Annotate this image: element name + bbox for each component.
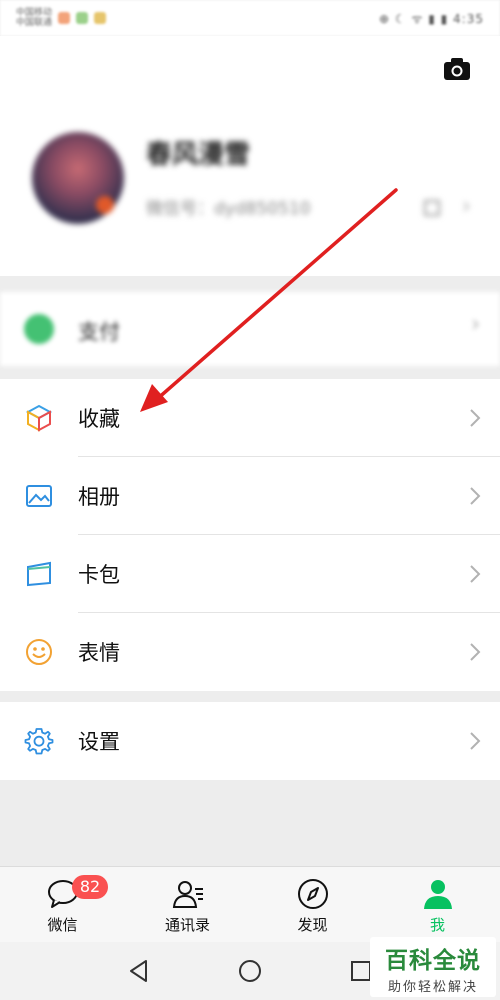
status-icons: ⊕ ☾ ᯤ ▮ ▮ 4:35 (379, 11, 484, 26)
tab-contacts[interactable]: 通讯录 (125, 867, 250, 943)
home-circle-icon[interactable] (237, 958, 263, 984)
favorites-cube-icon (25, 404, 53, 432)
chevron-right-icon (470, 732, 481, 750)
pay-icon (24, 314, 54, 344)
app-notification-icon (94, 12, 107, 24)
chevron-right-icon (470, 565, 481, 583)
avatar-badge (96, 196, 114, 214)
chevron-right-icon (470, 409, 481, 427)
album-icon (26, 485, 52, 507)
watermark-logo: 百科全说 助你轻松解决 (370, 937, 496, 997)
menu-item-emoji[interactable]: 表情 (0, 613, 500, 691)
watermark-title: 百科全说 (385, 948, 481, 974)
card-wallet-icon (27, 561, 51, 587)
menu-group: 设置 (0, 702, 500, 780)
tab-discover[interactable]: 发现 (250, 867, 375, 943)
unread-badge: 82 (72, 875, 108, 899)
menu-item-card-wallet[interactable]: 卡包 (0, 535, 500, 613)
bottom-tab-bar: 82 微信 通讯录 发现 我 (0, 866, 500, 943)
menu-item-label: 卡包 (78, 563, 120, 587)
chevron-right-icon (470, 643, 481, 661)
tab-label: 通讯录 (164, 916, 210, 934)
wechat-id: 微信号：dyd850510 (146, 199, 311, 219)
person-icon (423, 880, 452, 909)
tab-label: 发现 (297, 916, 328, 934)
menu-item-settings[interactable]: 设置 (0, 702, 500, 780)
emoji-smile-icon (26, 639, 52, 665)
chevron-right-icon (470, 487, 481, 505)
camera-icon[interactable] (442, 56, 472, 82)
menu-item-album[interactable]: 相册 (0, 457, 500, 535)
chevron-right-icon: › (462, 194, 471, 219)
tab-me[interactable]: 我 (375, 867, 500, 943)
settings-gear-icon (24, 728, 54, 755)
menu-group: 收藏 相册 卡包 表情 (0, 379, 500, 691)
tab-chats[interactable]: 82 微信 (0, 867, 125, 943)
app-notification-icon (76, 12, 89, 24)
nickname: 春风漫雪 (146, 140, 251, 170)
contacts-icon (172, 881, 203, 908)
compass-icon (297, 879, 328, 909)
menu-item-label: 相册 (78, 485, 120, 509)
chevron-right-icon: › (471, 312, 480, 337)
profile-card[interactable]: 春风漫雪 微信号：dyd850510 › (0, 36, 500, 276)
menu-item-label: 收藏 (78, 407, 120, 431)
status-bar: 中国移动 中国联通 ⊕ ☾ ᯤ ▮ ▮ 4:35 (0, 0, 500, 36)
app-notification-icon (58, 12, 71, 24)
back-triangle-icon[interactable] (126, 958, 152, 984)
menu-item-pay[interactable]: 支付 › (0, 292, 500, 366)
tab-label: 我 (429, 916, 445, 934)
menu-item-label: 支付 (78, 320, 120, 344)
watermark-subtitle: 助你轻松解决 (387, 980, 478, 995)
carrier-text: 中国移动 中国联通 (16, 8, 53, 28)
qr-code-icon[interactable] (424, 200, 440, 216)
menu-item-label: 设置 (78, 730, 120, 754)
tab-label: 微信 (47, 916, 78, 934)
menu-item-favorites[interactable]: 收藏 (0, 379, 500, 457)
menu-item-label: 表情 (78, 641, 120, 665)
